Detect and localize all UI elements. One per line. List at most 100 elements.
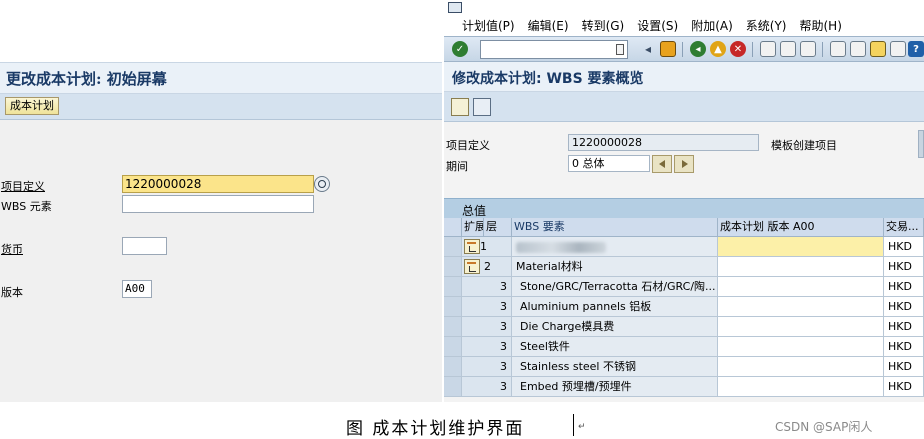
watermark: CSDN @SAP闲人	[775, 420, 873, 434]
row-cost-value-input[interactable]	[718, 317, 884, 337]
menu-extras[interactable]: 附加(A)	[691, 17, 733, 34]
cancel-icon[interactable]: ✕	[730, 41, 746, 57]
table-row[interactable]: 3 Embed 预埋槽/预埋件 HKD	[444, 377, 924, 397]
row-wbs-element: Embed 预埋槽/预埋件	[512, 377, 718, 397]
find-next-icon[interactable]	[800, 41, 816, 57]
row-wbs-element: Stainless steel 不锈钢	[512, 357, 718, 377]
column-transaction-currency[interactable]: 交易...	[884, 218, 924, 237]
wbs-element-input[interactable]	[122, 195, 314, 213]
arrow-left-icon[interactable]: ◂	[640, 41, 656, 57]
left-title-bar: 更改成本计划: 初始屏幕	[0, 62, 442, 94]
left-application-toolbar: 成本计划	[0, 94, 442, 120]
row-wbs-element: Material材料	[512, 257, 718, 277]
figure-caption: 图 成本计划维护界面	[346, 419, 525, 439]
previous-page-icon[interactable]	[850, 41, 866, 57]
row-selector[interactable]	[444, 237, 462, 257]
column-level[interactable]: 层	[484, 218, 512, 237]
row-wbs-element: Aluminium pannels 铝板	[512, 297, 718, 317]
row-selector[interactable]	[444, 297, 462, 317]
toolbar-separator	[682, 42, 683, 57]
toolbar-separator	[822, 42, 823, 57]
table-row[interactable]: 3 Die Charge模具费 HKD	[444, 317, 924, 337]
cost-plan-button[interactable]: 成本计划	[5, 97, 59, 115]
row-currency: HKD	[884, 317, 924, 337]
menu-system[interactable]: 系统(Y)	[746, 17, 787, 34]
table-row[interactable]: 3 Steel铁件 HKD	[444, 337, 924, 357]
next-period-icon[interactable]	[674, 155, 694, 173]
text-cursor	[573, 414, 574, 436]
shortcut-icon[interactable]	[890, 41, 906, 57]
column-wbs-element[interactable]: WBS 要素	[512, 218, 718, 237]
previous-period-icon[interactable]	[652, 155, 672, 173]
row-wbs-element: Steel铁件	[512, 337, 718, 357]
toolbar-separator	[752, 42, 753, 57]
row-cost-value-input[interactable]	[718, 237, 884, 257]
row-selector-header[interactable]	[444, 218, 462, 237]
header-scrollbar[interactable]	[918, 130, 924, 158]
menu-plan-values[interactable]: 计划值(P)	[462, 17, 515, 34]
row-cost-value-input[interactable]	[718, 257, 884, 277]
period-select[interactable]: 0 总体	[568, 155, 650, 172]
wbs-element-label: WBS 元素	[1, 200, 52, 213]
row-selector[interactable]	[444, 357, 462, 377]
search-help-icon[interactable]	[314, 176, 330, 192]
row-cost-value-input[interactable]	[718, 377, 884, 397]
sap-system-icon[interactable]	[448, 2, 462, 13]
column-expand[interactable]: 扩展	[462, 218, 484, 237]
command-field[interactable]	[480, 40, 628, 59]
row-level: 3	[462, 357, 512, 377]
row-cost-value-input[interactable]	[718, 357, 884, 377]
help-icon[interactable]: ?	[908, 41, 924, 57]
menu-help[interactable]: 帮助(H)	[800, 17, 842, 34]
right-title-bar: 修改成本计划: WBS 要素概览	[444, 62, 924, 92]
row-level: 3	[462, 277, 512, 297]
table-row[interactable]: 3 Aluminium pannels 铝板 HKD	[444, 297, 924, 317]
left-initial-screen: 更改成本计划: 初始屏幕 成本计划 项目定义 1220000028 WBS 元素…	[0, 0, 442, 402]
row-cost-value-input[interactable]	[718, 337, 884, 357]
change-layout-icon[interactable]	[451, 98, 469, 116]
menu-goto[interactable]: 转到(G)	[582, 17, 625, 34]
row-wbs-element: Die Charge模具费	[512, 317, 718, 337]
row-cost-value-input[interactable]	[718, 277, 884, 297]
new-session-icon[interactable]	[870, 41, 886, 57]
exit-icon[interactable]: ▲	[710, 41, 726, 57]
table-row[interactable]: 3 Stone/GRC/Terracotta 石材/GRC/陶... HKD	[444, 277, 924, 297]
standard-toolbar: ✓ ◂ ◂ ▲ ✕ ?	[444, 36, 924, 62]
column-cost-plan-version[interactable]: 成本计划 版本 A00	[718, 218, 884, 237]
right-page-title: 修改成本计划: WBS 要素概览	[452, 71, 644, 87]
expand-node-icon[interactable]	[464, 259, 480, 274]
menu-settings[interactable]: 设置(S)	[637, 17, 678, 34]
row-currency: HKD	[884, 297, 924, 317]
expand-node-icon[interactable]	[464, 239, 480, 254]
project-definition-input[interactable]: 1220000028	[122, 175, 314, 193]
left-form-area: 项目定义 1220000028 WBS 元素 货币 版本 A00	[0, 120, 442, 402]
menu-edit[interactable]: 编辑(E)	[528, 17, 569, 34]
version-label: 版本	[1, 286, 23, 299]
row-cost-value-input[interactable]	[718, 297, 884, 317]
currency-label: 货币	[1, 243, 23, 256]
first-page-icon[interactable]	[830, 41, 846, 57]
redacted-wbs-text	[516, 241, 606, 253]
table-row[interactable]: 2 Material材料 HKD	[444, 257, 924, 277]
command-history-icon[interactable]	[616, 44, 624, 55]
table-title: 总值	[462, 204, 487, 218]
calculator-icon[interactable]	[473, 98, 491, 116]
table-row[interactable]: 1 HKD	[444, 237, 924, 257]
left-blank-area	[0, 0, 442, 62]
enter-check-icon[interactable]: ✓	[452, 41, 468, 57]
currency-input[interactable]	[122, 237, 167, 255]
row-selector[interactable]	[444, 277, 462, 297]
row-selector[interactable]	[444, 257, 462, 277]
row-selector[interactable]	[444, 337, 462, 357]
row-currency: HKD	[884, 357, 924, 377]
version-input[interactable]: A00	[122, 280, 152, 298]
row-wbs-element: Stone/GRC/Terracotta 石材/GRC/陶...	[512, 277, 718, 297]
save-icon[interactable]	[660, 41, 676, 57]
row-selector[interactable]	[444, 377, 462, 397]
back-icon[interactable]: ◂	[690, 41, 706, 57]
row-selector[interactable]	[444, 317, 462, 337]
row-currency: HKD	[884, 257, 924, 277]
find-icon[interactable]	[780, 41, 796, 57]
print-icon[interactable]	[760, 41, 776, 57]
table-row[interactable]: 3 Stainless steel 不锈钢 HKD	[444, 357, 924, 377]
